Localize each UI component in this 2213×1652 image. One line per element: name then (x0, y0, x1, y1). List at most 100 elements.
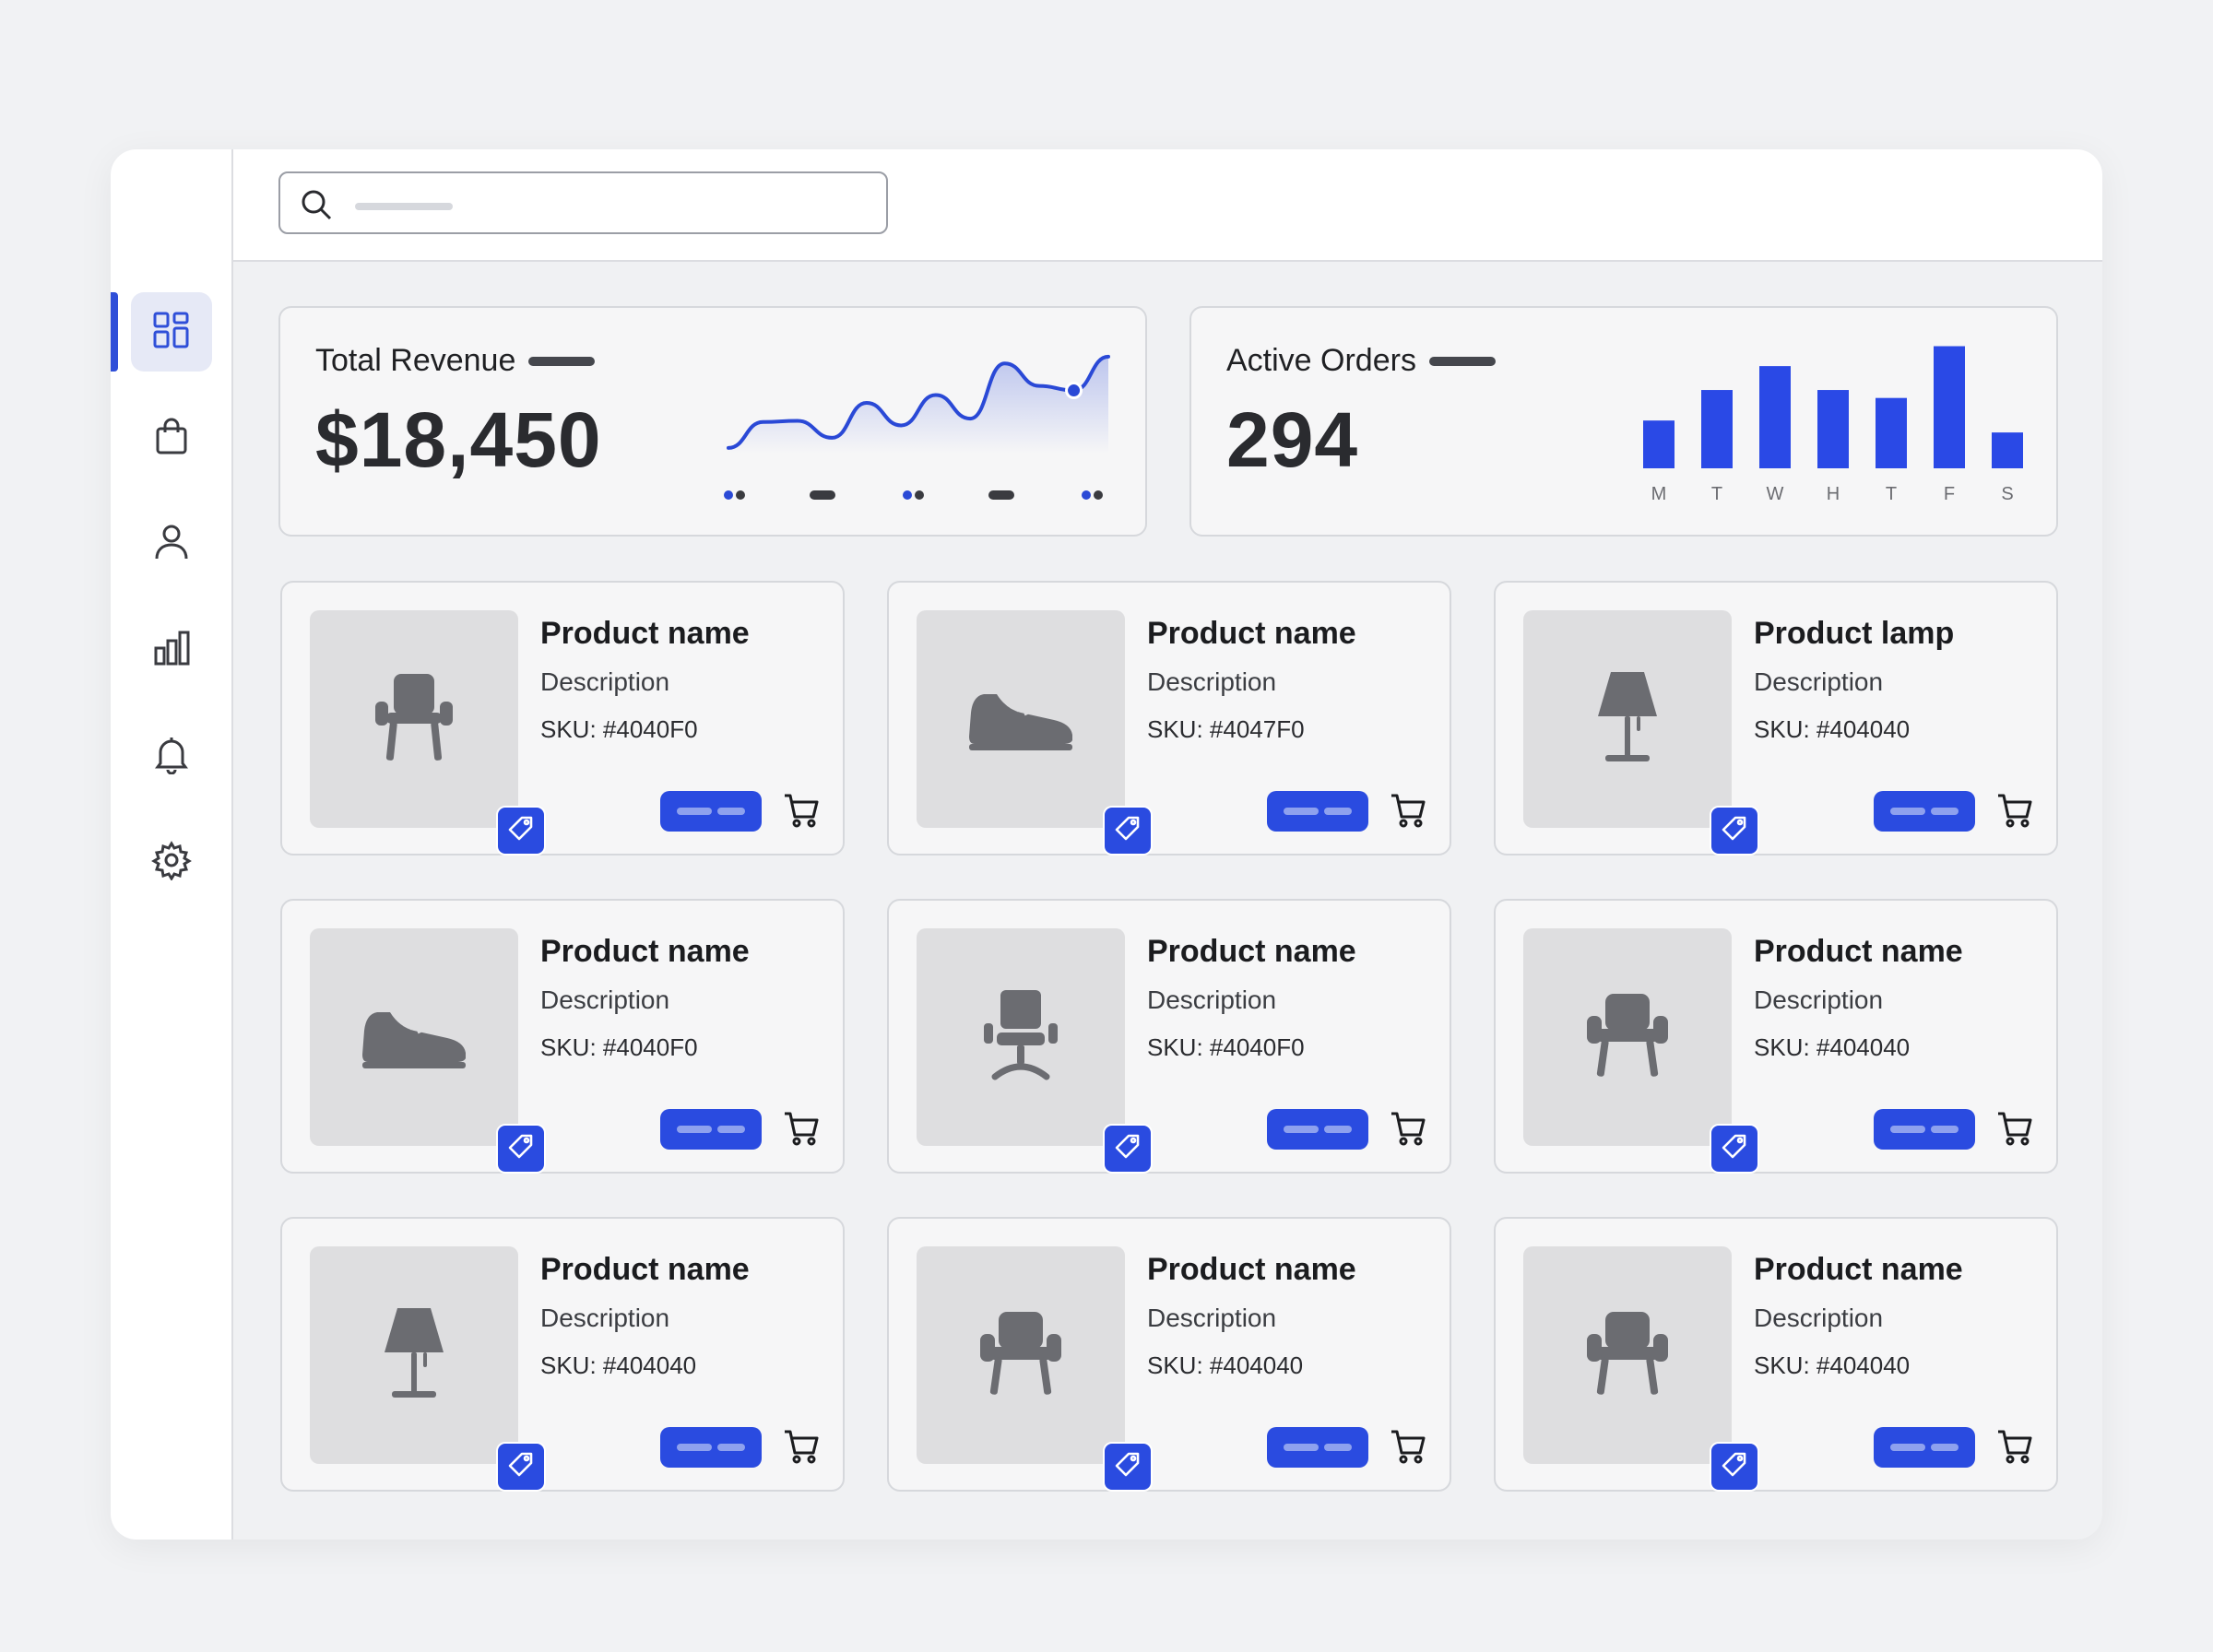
product-name: Product name (1147, 616, 1356, 651)
product-card[interactable]: Product name Description SKU: #404040 (1494, 899, 2058, 1174)
button-label-placeholder (717, 808, 745, 815)
tag-button[interactable] (496, 806, 546, 856)
product-name: Product name (540, 616, 750, 651)
cart-icon[interactable] (782, 1427, 821, 1470)
search-box[interactable] (278, 171, 888, 234)
product-card[interactable]: Product name Description SKU: #404040 (1494, 1217, 2058, 1492)
button-label-placeholder (1284, 808, 1319, 815)
tag-button[interactable] (496, 1442, 546, 1492)
product-description: Description (1147, 667, 1277, 696)
add-button[interactable] (660, 1109, 762, 1150)
sidebar-item-dashboard[interactable] (131, 292, 212, 372)
office-chair-icon (976, 985, 1065, 1091)
tag-icon (1721, 1451, 1748, 1483)
sidebar-item-customers[interactable] (131, 504, 212, 584)
product-thumbnail (917, 1246, 1153, 1492)
cart-icon[interactable] (1995, 1109, 2034, 1152)
tag-button[interactable] (1710, 1442, 1759, 1492)
total-revenue-card: Total Revenue $18,450 (278, 306, 1147, 537)
chair-icon (370, 667, 458, 773)
sidebar-item-orders[interactable] (131, 398, 212, 478)
product-description: Description (1147, 1304, 1277, 1332)
product-card[interactable]: Product name Description SKU: #4040F0 (887, 899, 1451, 1174)
cart-icon[interactable] (782, 791, 821, 834)
product-description: Description (1754, 985, 1884, 1014)
user-icon (151, 522, 192, 567)
cart-icon[interactable] (1389, 791, 1427, 834)
add-button[interactable] (1267, 1109, 1368, 1150)
orders-x-tick-label: H (1827, 484, 1840, 504)
product-card[interactable]: Product name Description SKU: #404040 (887, 1217, 1451, 1492)
orders-x-tick-label: W (1767, 484, 1784, 504)
product-thumbnail (1523, 1246, 1759, 1492)
x-tick-marker (736, 490, 745, 500)
button-label-placeholder (677, 1444, 712, 1451)
button-label-placeholder (1324, 808, 1352, 815)
app-window: Total Revenue $18,450 Active Orders 294 … (111, 149, 2102, 1540)
sneaker-icon (965, 676, 1076, 763)
button-label-placeholder (1324, 1444, 1352, 1451)
sidebar (111, 149, 233, 1540)
cart-icon[interactable] (1389, 1109, 1427, 1152)
tag-button[interactable] (1710, 806, 1759, 856)
cart-icon[interactable] (782, 1109, 821, 1152)
cart-icon[interactable] (1995, 1427, 2034, 1470)
x-tick-marker (1094, 490, 1103, 500)
active-nav-indicator (111, 292, 118, 372)
product-card[interactable]: Product name Description SKU: #4040F0 (280, 581, 845, 856)
button-label-placeholder (1284, 1126, 1319, 1133)
button-label-placeholder (1324, 1126, 1352, 1133)
gear-icon (151, 840, 192, 885)
product-sku: SKU: #4040F0 (540, 1033, 698, 1061)
revenue-highlight-point[interactable] (1065, 382, 1083, 400)
armchair-icon (1583, 985, 1672, 1091)
product-description: Description (540, 985, 670, 1014)
button-label-placeholder (677, 808, 712, 815)
tag-button[interactable] (1103, 1442, 1153, 1492)
product-card[interactable]: Product name Description SKU: #4040F0 (280, 899, 845, 1174)
sidebar-item-settings[interactable] (131, 822, 212, 902)
orders-bar (1876, 397, 1907, 468)
product-card[interactable]: Product lamp Description SKU: #404040 (1494, 581, 2058, 856)
button-label-placeholder (1284, 1444, 1319, 1451)
add-button[interactable] (1874, 1427, 1975, 1468)
orders-bar (1759, 366, 1791, 468)
sidebar-item-notifications[interactable] (131, 716, 212, 796)
product-name: Product name (540, 1252, 750, 1287)
add-button[interactable] (1874, 791, 1975, 832)
x-tick-marker (810, 490, 835, 500)
add-button[interactable] (1267, 1427, 1368, 1468)
x-tick-marker (724, 490, 733, 500)
product-thumbnail (1523, 928, 1759, 1174)
add-button[interactable] (660, 791, 762, 832)
tag-button[interactable] (1710, 1124, 1759, 1174)
tag-icon (1114, 1451, 1142, 1483)
orders-bar (1817, 390, 1849, 468)
cart-icon[interactable] (1995, 791, 2034, 834)
sidebar-item-analytics[interactable] (131, 610, 212, 690)
cart-icon[interactable] (1389, 1427, 1427, 1470)
product-thumbnail (310, 1246, 546, 1492)
revenue-value: $18,450 (315, 396, 602, 483)
orders-title-row: Active Orders (1226, 343, 1496, 379)
tag-button[interactable] (1103, 1124, 1153, 1174)
button-label-placeholder (1890, 808, 1925, 815)
top-bar (233, 149, 2102, 262)
tag-button[interactable] (1103, 806, 1153, 856)
product-name: Product lamp (1754, 616, 1955, 651)
tag-button[interactable] (496, 1124, 546, 1174)
search-input[interactable] (354, 183, 874, 225)
add-button[interactable] (1267, 791, 1368, 832)
product-card[interactable]: Product name Description SKU: #404040 (280, 1217, 845, 1492)
revenue-area-fill (728, 356, 1108, 454)
product-sku: SKU: #4040F0 (1147, 1033, 1305, 1061)
product-card[interactable]: Product name Description SKU: #4047F0 (887, 581, 1451, 856)
revenue-line-chart (724, 354, 1110, 500)
product-name: Product name (1147, 1252, 1356, 1287)
button-label-placeholder (1890, 1126, 1925, 1133)
tag-icon (507, 1133, 535, 1165)
bell-icon (151, 734, 192, 779)
add-button[interactable] (660, 1427, 762, 1468)
product-sku: SKU: #404040 (1147, 1351, 1304, 1379)
add-button[interactable] (1874, 1109, 1975, 1150)
